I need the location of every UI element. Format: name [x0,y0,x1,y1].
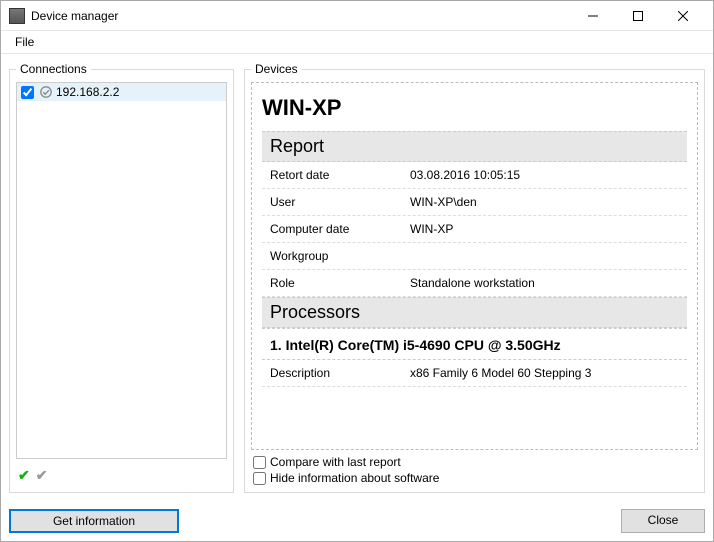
close-button[interactable]: Close [621,509,705,533]
row-key: Description [270,366,410,380]
row-workgroup: Workgroup [262,243,687,270]
row-value: WIN-XP\den [410,195,679,209]
get-information-button[interactable]: Get information [9,509,179,533]
row-processor-desc: Description x86 Family 6 Model 60 Steppi… [262,360,687,387]
processor-item: 1. Intel(R) Core(TM) i5-4690 CPU @ 3.50G… [262,328,687,360]
row-key: Workgroup [270,249,410,263]
device-report[interactable]: WIN-XP Report Retort date 03.08.2016 10:… [251,82,698,450]
status-icons: ✔ ✔ [16,465,227,486]
hide-software-label: Hide information about software [270,471,439,485]
tree-item-checkbox[interactable] [21,86,34,99]
tree-item[interactable]: 192.168.2.2 [17,83,226,101]
row-value: x86 Family 6 Model 60 Stepping 3 [410,366,679,380]
app-icon [9,8,25,24]
processors-heading: Processors [262,297,687,328]
connections-panel: Connections 192.168.2.2 ✔ ✔ [9,62,234,493]
window-title: Device manager [31,9,570,23]
row-value [410,249,679,263]
row-key: User [270,195,410,209]
bottom-bar: Get information Close [1,501,713,541]
menu-bar: File [1,31,713,54]
row-key: Computer date [270,222,410,236]
hide-software-checkbox[interactable] [253,472,266,485]
check-grey-icon[interactable]: ✔ [36,467,48,484]
row-user: User WIN-XP\den [262,189,687,216]
row-value: Standalone workstation [410,276,679,290]
connections-tree[interactable]: 192.168.2.2 [16,82,227,459]
minimize-button[interactable] [570,2,615,30]
row-value: WIN-XP [410,222,679,236]
title-bar: Device manager [1,1,713,31]
device-name: WIN-XP [262,89,687,131]
compare-option[interactable]: Compare with last report [253,454,696,470]
close-window-button[interactable] [660,2,705,30]
row-key: Role [270,276,410,290]
menu-file[interactable]: File [9,33,40,51]
row-computer: Computer date WIN-XP [262,216,687,243]
devices-label: Devices [251,62,302,76]
row-role: Role Standalone workstation [262,270,687,297]
tree-item-label: 192.168.2.2 [56,85,119,99]
device-options: Compare with last report Hide informatio… [251,450,698,486]
compare-checkbox[interactable] [253,456,266,469]
row-value: 03.08.2016 10:05:15 [410,168,679,182]
report-heading: Report [262,131,687,162]
row-key: Retort date [270,168,410,182]
maximize-button[interactable] [615,2,660,30]
check-green-icon[interactable]: ✔ [18,467,30,484]
devices-panel: Devices WIN-XP Report Retort date 03.08.… [244,62,705,493]
content-area: Connections 192.168.2.2 ✔ ✔ Devices WIN-… [1,54,713,501]
connections-label: Connections [16,62,91,76]
status-ok-icon [40,86,52,98]
row-report-date: Retort date 03.08.2016 10:05:15 [262,162,687,189]
hide-software-option[interactable]: Hide information about software [253,470,696,486]
compare-label: Compare with last report [270,455,401,469]
